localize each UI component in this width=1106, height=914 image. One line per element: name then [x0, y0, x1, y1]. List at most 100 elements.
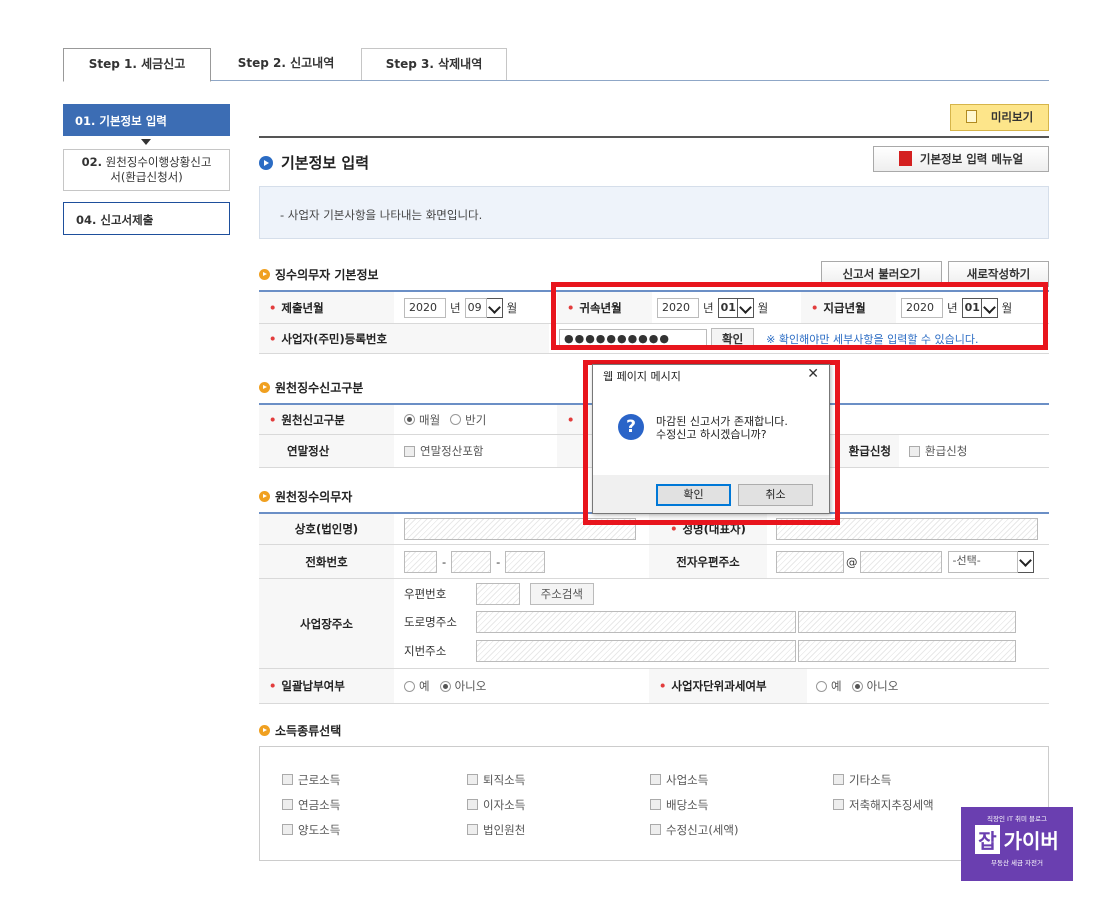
monthly-label: 매월	[419, 412, 441, 427]
cancel-button[interactable]: 취소	[738, 484, 813, 506]
dialog-message-line1: 마감된 신고서가 존재합니다.	[656, 415, 788, 428]
phone-input-2[interactable]	[451, 550, 492, 573]
jibun-address-detail-input[interactable]	[798, 640, 1016, 662]
lump-label: • 일괄납부여부	[259, 669, 394, 703]
checkbox[interactable]	[467, 799, 478, 810]
dialog-title: 웹 페이지 메시지	[603, 370, 681, 383]
chevron-down-icon[interactable]	[1017, 550, 1034, 573]
tab-deleted-history[interactable]: Step 3. 삭제내역	[361, 48, 507, 81]
email-local-input[interactable]	[776, 550, 844, 573]
lump-no-radio[interactable]	[439, 680, 451, 692]
sidebar-item-basic-info[interactable]: 01. 기본정보 입력	[63, 104, 230, 136]
sidebar-item-withholding-report[interactable]: 02. 원천징수이행상황신고 서(환급신청서)	[63, 149, 230, 191]
income-option[interactable]: 배당소득	[650, 797, 708, 813]
checkbox[interactable]	[282, 824, 293, 835]
road-address-detail-input[interactable]	[798, 611, 1016, 633]
phone-fields: - -	[404, 545, 644, 578]
year-unit: 년	[450, 300, 461, 315]
ok-button[interactable]: 확인	[656, 484, 731, 506]
checkbox[interactable]	[833, 799, 844, 810]
monthly-radio[interactable]	[404, 414, 415, 425]
phone-label: 전화번호	[259, 545, 394, 578]
email-label: 전자우편주소	[649, 545, 767, 578]
income-option[interactable]: 사업소득	[650, 772, 708, 788]
income-option[interactable]: 저축해지추징세액	[833, 797, 934, 813]
income-option[interactable]: 연금소득	[282, 797, 340, 813]
watermark-bottom: 부동산 세금 자전거	[991, 859, 1043, 867]
arrow-circle-icon	[259, 382, 270, 393]
phone-input-1[interactable]	[404, 550, 437, 573]
dialog-message-line2: 수정신고 하시겠습니까?	[656, 428, 767, 441]
road-line: 도로명주소	[404, 611, 1016, 633]
yearend-checkbox[interactable]	[404, 445, 415, 457]
report-type-label: • 원천신고구분	[259, 405, 394, 434]
checkbox[interactable]	[467, 824, 478, 835]
income-option[interactable]: 양도소득	[282, 822, 340, 838]
tab-report-history[interactable]: Step 2. 신고내역	[214, 48, 358, 81]
road-address-input[interactable]	[476, 611, 796, 633]
phone-input-3[interactable]	[505, 550, 546, 573]
lump-options: 예 아니오	[404, 669, 644, 703]
chevron-down-icon[interactable]	[486, 297, 503, 318]
income-option[interactable]: 법인원천	[467, 822, 525, 838]
checkbox[interactable]	[650, 774, 661, 785]
jibun-line: 지번주소	[404, 640, 1016, 662]
checkbox[interactable]	[467, 774, 478, 785]
document-icon	[965, 110, 977, 123]
arrow-circle-icon	[259, 491, 270, 502]
section-title-text: 원천징수신고구분	[275, 381, 364, 395]
preview-label: 미리보기	[990, 110, 1034, 124]
section-title-text: 원천징수의무자	[275, 490, 353, 504]
checkbox[interactable]	[282, 799, 293, 810]
tab-tax-report[interactable]: Step 1. 세금신고	[63, 48, 211, 82]
close-icon[interactable]: ✕	[807, 366, 819, 382]
dash: -	[496, 554, 501, 569]
email-domain-input[interactable]	[859, 550, 942, 573]
income-option[interactable]: 근로소득	[282, 772, 340, 788]
lump-yes-radio[interactable]	[404, 680, 415, 692]
section-title-type: 원천징수신고구분	[259, 379, 363, 396]
section-title-withholder: 원천징수의무자	[259, 488, 352, 505]
section-title-basic: 징수의무자 기본정보	[259, 266, 379, 283]
yearend-check-label: 연말정산포함	[420, 444, 484, 458]
unit-tax-options: 예 아니오	[816, 669, 1049, 703]
unit-no-radio[interactable]	[851, 680, 863, 692]
form-row-address: 사업장주소 우편번호 주소검색 도로명주소 지번주소	[259, 579, 1049, 669]
submit-year-input[interactable]: 2020	[404, 297, 446, 318]
dialog-footer: 확인 취소	[593, 475, 829, 513]
checkbox[interactable]	[282, 774, 293, 785]
yes-label: 예	[419, 679, 430, 693]
checkbox[interactable]	[650, 824, 661, 835]
section-title-text: 징수의무자 기본정보	[275, 268, 379, 282]
jibun-label: 지번주소	[404, 643, 447, 658]
manual-button[interactable]: 기본정보 입력 메뉴얼	[873, 146, 1049, 172]
no-label: 아니오	[866, 679, 899, 693]
divider	[259, 136, 1049, 138]
income-option[interactable]: 수정신고(세액)	[650, 822, 738, 838]
email-domain-select[interactable]: -선택-	[947, 550, 1018, 573]
question-icon: ?	[618, 414, 644, 440]
checkbox[interactable]	[833, 774, 844, 785]
company-label: 상호(법인명)	[259, 514, 394, 544]
zip-input[interactable]	[476, 583, 520, 605]
zip-label: 우편번호	[404, 586, 447, 601]
section-title-text: 소득종류선택	[275, 724, 342, 738]
arrow-circle-icon	[259, 269, 270, 280]
submit-month-select[interactable]: 09	[464, 297, 487, 318]
refund-checkbox[interactable]	[909, 445, 920, 457]
income-option[interactable]: 퇴직소득	[467, 772, 525, 788]
income-option[interactable]: 기타소득	[833, 772, 891, 788]
jibun-address-input[interactable]	[476, 640, 796, 662]
preview-button[interactable]: 미리보기	[950, 104, 1049, 131]
arrow-down-icon	[141, 139, 151, 145]
pdf-icon	[898, 151, 912, 166]
half-radio[interactable]	[450, 414, 462, 425]
highlight-box-dates	[551, 282, 1048, 350]
checkbox[interactable]	[650, 799, 661, 810]
sidebar-item-submit[interactable]: 04. 신고서제출	[63, 202, 230, 235]
unit-yes-radio[interactable]	[816, 680, 827, 692]
road-label: 도로명주소	[404, 614, 457, 629]
address-search-button[interactable]: 주소검색	[529, 583, 594, 605]
yes-label: 예	[831, 679, 842, 693]
income-option[interactable]: 이자소득	[467, 797, 525, 813]
